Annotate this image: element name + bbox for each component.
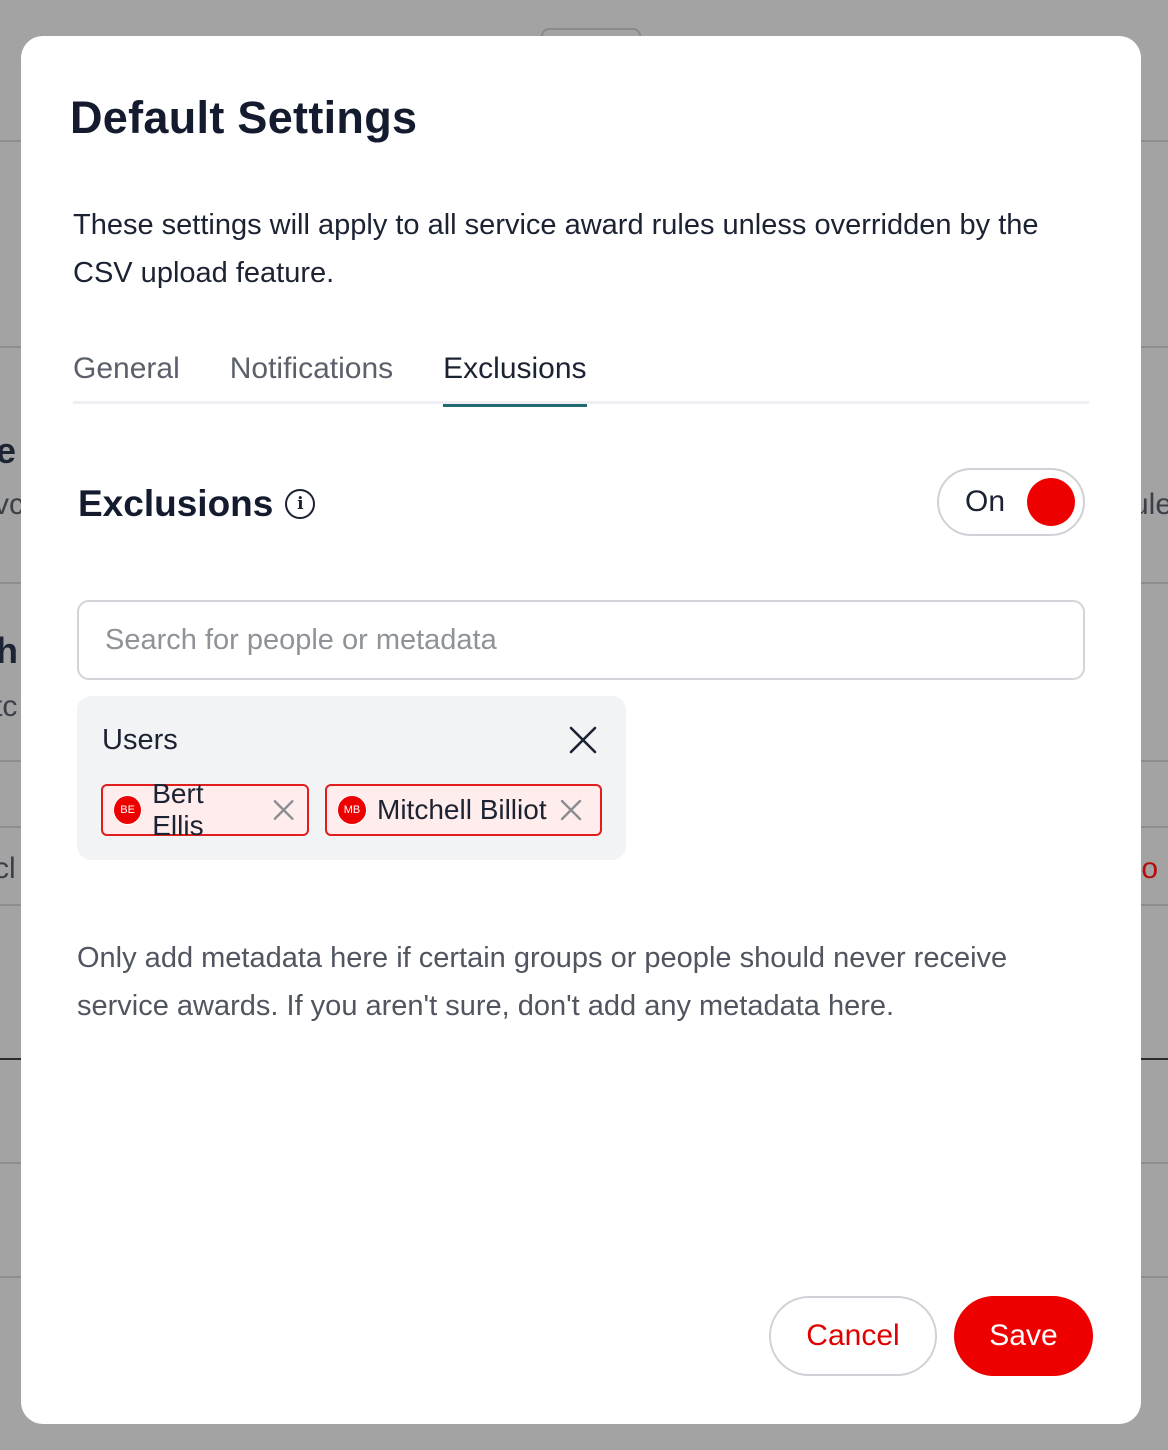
info-icon[interactable]: i: [285, 489, 316, 519]
tab-general[interactable]: General: [73, 346, 180, 404]
save-button[interactable]: Save: [954, 1296, 1093, 1376]
search-input[interactable]: [77, 600, 1085, 680]
user-chip-mitchell-billiot: MB Mitchell Billiot: [325, 784, 602, 836]
default-settings-modal: Default Settings These settings will app…: [21, 36, 1141, 1424]
modal-title: Default Settings: [70, 92, 418, 143]
modal-intro-text: These settings will apply to all service…: [73, 209, 1039, 289]
exclusions-help-text: Only add metadata here if certain groups…: [77, 942, 1008, 1022]
avatar: BE: [113, 795, 143, 825]
exclusions-header: Exclusions i: [78, 483, 316, 525]
chip-name: Mitchell Billiot: [377, 794, 547, 825]
toggle-knob: [1027, 478, 1075, 526]
group-title: Users: [102, 724, 178, 756]
background-heading-fragment: h: [0, 630, 18, 671]
users-selection-group: Users BE Bert Ellis MB Mitchell Billiot: [77, 696, 626, 860]
remove-chip-icon[interactable]: [270, 796, 297, 824]
tab-exclusions[interactable]: Exclusions: [443, 346, 587, 407]
background-heading-fragment: e: [0, 430, 17, 471]
remove-chip-icon[interactable]: [557, 796, 585, 824]
chip-name: Bert Ellis: [152, 778, 204, 841]
close-icon[interactable]: [565, 722, 601, 758]
avatar: MB: [337, 795, 367, 825]
background-text-fragment: cl: [0, 852, 16, 885]
settings-tabs: General Notifications Exclusions: [73, 346, 1089, 407]
cancel-button[interactable]: Cancel: [769, 1296, 937, 1376]
toggle-label: On: [965, 485, 1006, 518]
user-chip-bert-ellis: BE Bert Ellis: [101, 778, 309, 841]
exclusions-toggle[interactable]: On: [937, 468, 1085, 536]
exclusions-title: Exclusions: [78, 483, 274, 524]
tab-notifications[interactable]: Notifications: [230, 346, 393, 404]
background-text-fragment: tc: [0, 690, 18, 723]
